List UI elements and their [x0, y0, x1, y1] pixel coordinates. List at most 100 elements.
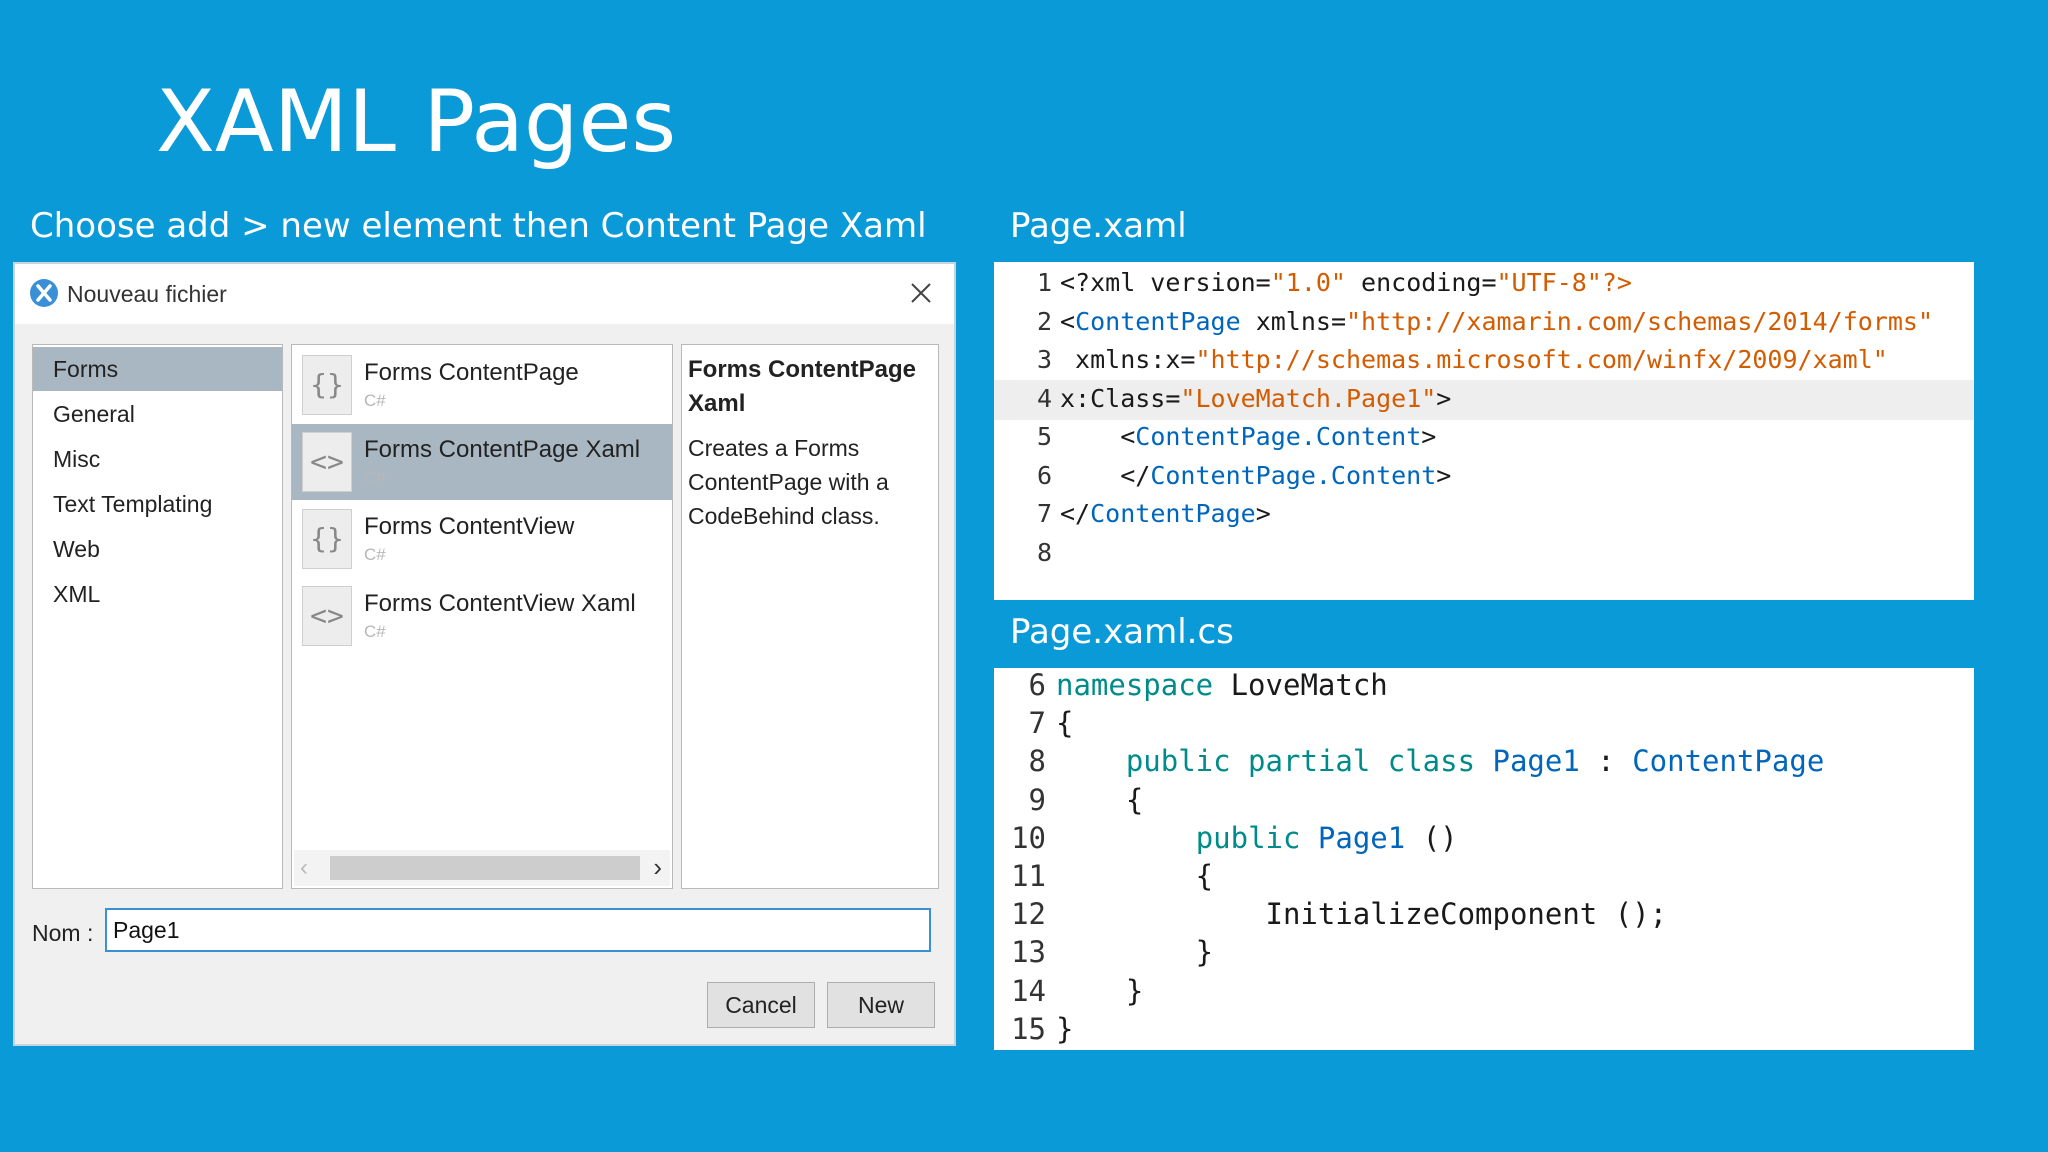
code-text: }: [1056, 1012, 1073, 1046]
code-token: }: [1056, 935, 1214, 970]
xamarin-logo-icon: [30, 279, 58, 307]
scroll-left-icon[interactable]: ‹: [300, 854, 308, 882]
dialog-titlebar[interactable]: Nouveau fichier: [15, 264, 954, 324]
line-number: 5: [1036, 422, 1052, 451]
code-text: <ContentPage.Content>: [1060, 422, 1436, 451]
line-number: 6: [1028, 668, 1046, 702]
code-token: ContentPage: [1090, 499, 1256, 528]
name-input[interactable]: [105, 908, 931, 952]
code-token: ContentPage.Content: [1135, 422, 1422, 451]
scroll-thumb[interactable]: [330, 856, 640, 880]
code-token: "1.0": [1270, 268, 1346, 297]
line-number: 4: [1036, 383, 1052, 413]
line-number: 10: [1011, 820, 1046, 855]
cs-code-panel: 6 namespace LoveMatch 7 {8 public partial c…: [994, 668, 1974, 1050]
code-token: (): [1405, 820, 1458, 855]
code-text: x:Class="LoveMatch.Page1">: [1060, 384, 1451, 413]
braces-icon: {}: [302, 355, 352, 415]
slide-title: XAML Pages: [156, 72, 677, 172]
code-text: </ContentPage.Content>: [1060, 461, 1451, 490]
template-list: {} Forms ContentPage C# <> Forms Content…: [291, 344, 673, 889]
category-web[interactable]: Web: [33, 527, 282, 571]
code-token: Page1: [1317, 820, 1406, 855]
code-token: x:Class=: [1060, 383, 1181, 413]
xaml-heading: Page.xaml: [1010, 206, 1187, 246]
template-name: Forms ContentPage Xaml: [364, 436, 641, 463]
braces-icon: {}: [302, 509, 352, 569]
template-name: Forms ContentView Xaml: [364, 590, 636, 617]
line-number: 13: [1011, 935, 1046, 970]
code-text: <ContentPage xmlns="http://xamarin.com/s…: [1060, 307, 1933, 336]
code-text: xmlns:x="http://schemas.microsoft.com/wi…: [1060, 345, 1888, 374]
template-forms-contentpage-xaml[interactable]: <> Forms ContentPage Xaml C#: [292, 424, 672, 500]
template-name: Forms ContentPage: [364, 359, 579, 386]
line-number: 6: [1036, 460, 1052, 490]
code-text: {: [1056, 859, 1213, 893]
code-token: {: [1056, 859, 1214, 893]
code-token: namespace: [1056, 668, 1214, 702]
code-token: }: [1056, 973, 1144, 1008]
description-title: Forms ContentPage Xaml: [688, 356, 917, 417]
code-text: {: [1056, 706, 1073, 740]
template-name: Forms ContentView: [364, 513, 575, 540]
line-number: 12: [1011, 897, 1046, 932]
template-lang: C#: [364, 468, 386, 487]
code-token: >: [1436, 460, 1452, 490]
line-number: 1: [1036, 268, 1052, 297]
code-token: public: [1195, 820, 1301, 855]
horizontal-scrollbar[interactable]: ‹ ›: [294, 850, 670, 886]
line-number: 11: [1011, 859, 1046, 893]
template-lang: C#: [364, 622, 386, 641]
code-text: </ContentPage>: [1060, 499, 1271, 528]
code-token: {: [1056, 706, 1074, 741]
category-text-templating[interactable]: Text Templating: [33, 482, 282, 526]
code-token: LoveMatch: [1213, 668, 1388, 702]
close-icon[interactable]: [906, 278, 936, 308]
left-heading: Choose add > new element then Content Pa…: [30, 206, 927, 246]
code-text: }: [1056, 974, 1143, 1008]
line-number: 7: [1028, 706, 1046, 741]
category-general[interactable]: General: [33, 392, 282, 436]
category-forms[interactable]: Forms: [33, 347, 282, 391]
line-number: 3: [1036, 345, 1052, 374]
new-button[interactable]: New: [827, 982, 935, 1028]
line-number: 15: [1011, 1011, 1046, 1046]
code-text: public partial class Page1 : ContentPage: [1056, 744, 1824, 778]
scroll-right-icon[interactable]: ›: [653, 852, 662, 883]
template-forms-contentview[interactable]: {} Forms ContentView C#: [292, 501, 672, 577]
code-text: public Page1 (): [1056, 821, 1458, 855]
line-number: 8: [1036, 537, 1052, 567]
code-token: >: [1436, 383, 1452, 413]
line-number: 8: [1028, 744, 1046, 779]
category-misc[interactable]: Misc: [33, 437, 282, 481]
code-token: Page1: [1492, 744, 1580, 779]
line-number: 2: [1036, 306, 1052, 336]
template-forms-contentpage[interactable]: {} Forms ContentPage C#: [292, 347, 672, 423]
xaml-code-panel: 1 <?xml version="1.0" encoding="UTF-8"?> 2…: [994, 262, 1974, 600]
template-forms-contentview-xaml[interactable]: <> Forms ContentView Xaml C#: [292, 578, 672, 654]
new-file-dialog: Nouveau fichier Forms General Misc Text …: [13, 262, 956, 1046]
code-token: <?xml version=: [1060, 268, 1271, 297]
code-text: namespace LoveMatch: [1056, 668, 1388, 702]
category-xml[interactable]: XML: [33, 572, 282, 616]
description-pane: Forms ContentPage Xaml Creates a Forms C…: [681, 344, 939, 889]
code-token: "http://schemas.microsoft.com/winfx/2009…: [1195, 345, 1888, 374]
template-lang: C#: [364, 545, 386, 564]
code-text: <?xml version="1.0" encoding="UTF-8"?>: [1060, 268, 1632, 297]
code-token: "UTF-8"?>: [1496, 268, 1632, 297]
description-text: Creates a Forms ContentPage with a CodeB…: [688, 435, 889, 529]
code-token: ContentPage.Content: [1150, 460, 1437, 490]
angle-brackets-icon: <>: [302, 586, 352, 646]
code-token: <: [1060, 422, 1136, 451]
code-text: }: [1056, 935, 1213, 969]
code-token: public partial class: [1125, 744, 1476, 779]
dialog-title: Nouveau fichier: [67, 281, 227, 307]
code-token: >: [1255, 499, 1271, 528]
cancel-button[interactable]: Cancel: [707, 982, 815, 1028]
code-token: "LoveMatch.Page1": [1180, 383, 1437, 413]
code-token: >: [1421, 422, 1437, 451]
code-token: xmlns=: [1240, 306, 1346, 336]
